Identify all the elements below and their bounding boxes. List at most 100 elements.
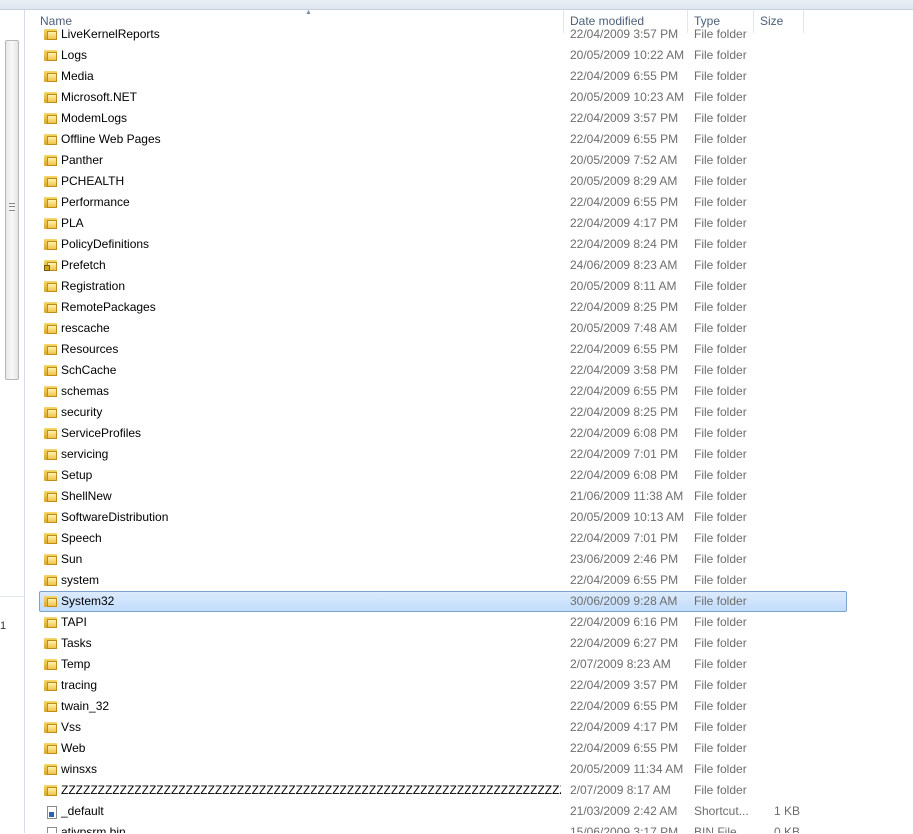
sort-up-icon: ▲	[305, 9, 312, 16]
file-list-row[interactable]: servicing 22/04/2009 7:01 PM File folder	[39, 444, 847, 465]
file-name: ModemLogs	[61, 111, 128, 125]
file-list-row[interactable]: TAPI 22/04/2009 6:16 PM File folder	[39, 612, 847, 633]
file-type: File folder	[694, 384, 747, 398]
file-name: Registration	[61, 279, 126, 293]
file-type: File folder	[694, 111, 747, 125]
file-name: TAPI	[61, 615, 87, 629]
file-type: File folder	[694, 531, 747, 545]
file-type: File folder	[694, 594, 747, 608]
file-name: SchCache	[61, 363, 117, 377]
file-list-row[interactable]: rescache 20/05/2009 7:48 AM File folder	[39, 318, 847, 339]
file-list-row[interactable]: Sun 23/06/2009 2:46 PM File folder	[39, 549, 847, 570]
file-date-modified: 22/04/2009 8:24 PM	[570, 237, 679, 251]
file-date-modified: 2/07/2009 8:23 AM	[570, 657, 671, 671]
file-name: PolicyDefinitions	[61, 237, 150, 251]
file-name: Tasks	[61, 636, 92, 650]
file-list-row[interactable]: Registration 20/05/2009 8:11 AM File folde…	[39, 276, 847, 297]
file-type: File folder	[694, 279, 747, 293]
file-size	[760, 634, 800, 653]
file-list-row[interactable]: SchCache 22/04/2009 3:58 PM File folder	[39, 360, 847, 381]
file-list-row[interactable]: Microsoft.NET 20/05/2009 10:23 AM File fol…	[39, 87, 847, 108]
file-list-row[interactable]: ModemLogs 22/04/2009 3:57 PM File folder	[39, 108, 847, 129]
file-date-modified: 22/04/2009 6:55 PM	[570, 741, 679, 755]
file-size	[760, 256, 800, 275]
file-list-row[interactable]: PolicyDefinitions 22/04/2009 8:24 PM File …	[39, 234, 847, 255]
folder-icon	[44, 700, 58, 713]
folder-icon	[44, 490, 58, 503]
file-list-row[interactable]: PLA 22/04/2009 4:17 PM File folder	[39, 213, 847, 234]
file-size	[760, 655, 800, 674]
file-name: servicing	[61, 447, 109, 461]
folder-icon	[44, 532, 58, 545]
file-date-modified: 2/07/2009 8:17 AM	[570, 783, 671, 797]
file-type: File folder	[694, 552, 747, 566]
file-name: LiveKernelReports	[61, 27, 160, 41]
file-date-modified: 22/04/2009 7:01 PM	[570, 531, 679, 545]
file-date-modified: 22/04/2009 6:55 PM	[570, 132, 679, 146]
file-date-modified: 21/03/2009 2:42 AM	[570, 804, 678, 818]
file-list-row[interactable]: _default 21/03/2009 2:42 AM Shortcut... 1 K…	[39, 801, 847, 822]
file-name: Prefetch	[61, 258, 106, 272]
folder-icon	[44, 784, 58, 797]
file-name: RemotePackages	[61, 300, 156, 314]
file-list-row[interactable]: Logs 20/05/2009 10:22 AM File folder	[39, 45, 847, 66]
folder-icon	[44, 196, 58, 209]
file-list-row[interactable]: Tasks 22/04/2009 6:27 PM File folder	[39, 633, 847, 654]
file-list-row[interactable]: SoftwareDistribution 20/05/2009 10:13 AM F…	[39, 507, 847, 528]
file-list-row[interactable]: Web 22/04/2009 6:55 PM File folder	[39, 738, 847, 759]
folder-icon	[44, 133, 58, 146]
file-list-row[interactable]: system 22/04/2009 6:55 PM File folder	[39, 570, 847, 591]
file-list-row[interactable]: tracing 22/04/2009 3:57 PM File folder	[39, 675, 847, 696]
file-list-row[interactable]: ShellNew 21/06/2009 11:38 AM File folder	[39, 486, 847, 507]
file-type: File folder	[694, 216, 747, 230]
file-name: SoftwareDistribution	[61, 510, 169, 524]
file-list-row[interactable]: Offline Web Pages 22/04/2009 6:55 PM File …	[39, 129, 847, 150]
file-list-row[interactable]: LiveKernelReports 22/04/2009 3:57 PM File …	[39, 24, 847, 45]
file-name: Microsoft.NET	[61, 90, 138, 104]
file-size	[760, 781, 800, 800]
file-list-row[interactable]: ServiceProfiles 22/04/2009 6:08 PM File fo…	[39, 423, 847, 444]
file-type: File folder	[694, 132, 747, 146]
file-date-modified: 21/06/2009 11:38 AM	[570, 489, 684, 503]
file-type: File folder	[694, 573, 747, 587]
folder-icon	[44, 763, 58, 776]
file-name: Offline Web Pages	[61, 132, 161, 146]
nav-partial-label: 1	[0, 620, 7, 632]
file-name: System32	[61, 594, 115, 608]
nav-scrollbar-thumb[interactable]	[5, 40, 19, 380]
file-list-row[interactable]: Media 22/04/2009 6:55 PM File folder	[39, 66, 847, 87]
file-size	[760, 277, 800, 296]
file-list-row[interactable]: Prefetch 24/06/2009 8:23 AM File folder	[39, 255, 847, 276]
file-size	[760, 214, 800, 233]
file-list-row[interactable]: Speech 22/04/2009 7:01 PM File folder	[39, 528, 847, 549]
file-size	[760, 613, 800, 632]
file-list-row[interactable]: Performance 22/04/2009 6:55 PM File folder	[39, 192, 847, 213]
file-list-row[interactable]: twain_32 22/04/2009 6:55 PM File folder	[39, 696, 847, 717]
file-date-modified: 20/05/2009 7:48 AM	[570, 321, 678, 335]
folder-icon	[44, 70, 58, 83]
file-size	[760, 193, 800, 212]
file-list-row[interactable]: System32 30/06/2009 9:28 AM File folder	[39, 591, 847, 612]
file-size	[760, 718, 800, 737]
file-list-row[interactable]: schemas 22/04/2009 6:55 PM File folder	[39, 381, 847, 402]
file-list-row[interactable]: Setup 22/04/2009 6:08 PM File folder	[39, 465, 847, 486]
file-date-modified: 22/04/2009 3:58 PM	[570, 363, 679, 377]
folder-icon	[44, 91, 58, 104]
folder-icon	[44, 385, 58, 398]
file-list-row[interactable]: Panther 20/05/2009 7:52 AM File folder	[39, 150, 847, 171]
file-date-modified: 22/04/2009 4:17 PM	[570, 720, 679, 734]
file-list-row[interactable]: RemotePackages 22/04/2009 8:25 PM File fol…	[39, 297, 847, 318]
file-list-row[interactable]: ZZZZZZZZZZZZZZZZZZZZZZZZZZZZZZZZZZZZZZZZ…	[39, 780, 847, 801]
file-list-row[interactable]: PCHEALTH 20/05/2009 8:29 AM File folder	[39, 171, 847, 192]
file-size	[760, 424, 800, 443]
file-list-row[interactable]: security 22/04/2009 8:25 PM File folder	[39, 402, 847, 423]
file-size	[760, 487, 800, 506]
file-list-row[interactable]: Vss 22/04/2009 4:17 PM File folder	[39, 717, 847, 738]
file-list-row[interactable]: Resources 22/04/2009 6:55 PM File folder	[39, 339, 847, 360]
file-list-row[interactable]: Temp 2/07/2009 8:23 AM File folder	[39, 654, 847, 675]
file-size	[760, 760, 800, 779]
file-list-row[interactable]: winsxs 20/05/2009 11:34 AM File folder	[39, 759, 847, 780]
file-type: File folder	[694, 405, 747, 419]
file-size	[760, 67, 800, 86]
file-size	[760, 508, 800, 527]
